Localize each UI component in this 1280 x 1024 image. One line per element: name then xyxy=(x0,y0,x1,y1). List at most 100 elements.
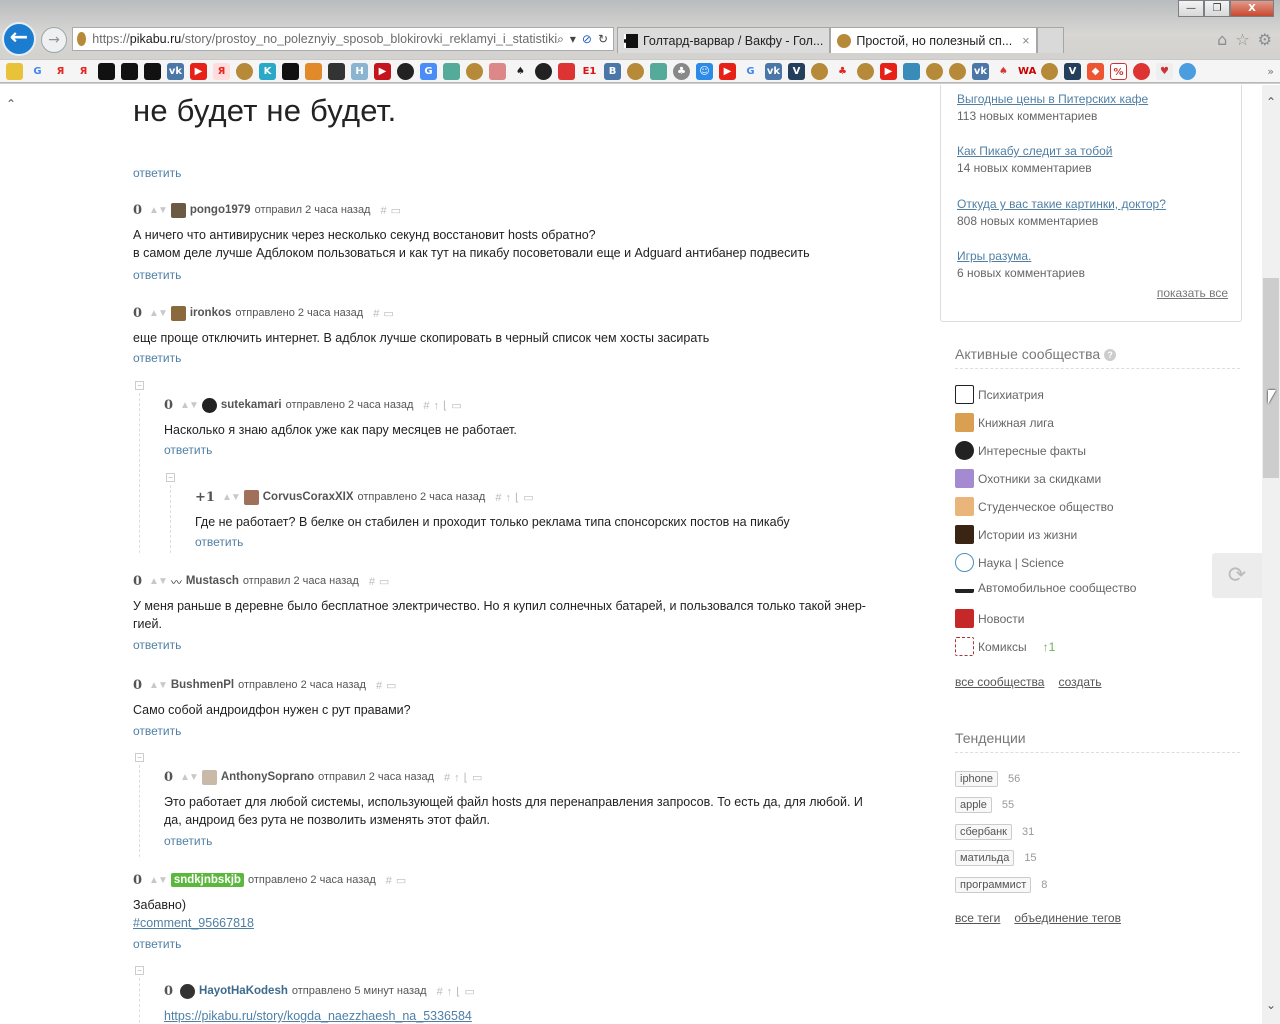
h-icon[interactable]: H xyxy=(351,62,368,80)
google-icon[interactable]: G xyxy=(29,63,46,80)
tag-button[interactable]: сбербанк xyxy=(955,824,1012,840)
youtube-icon[interactable]: ▶ xyxy=(719,62,736,80)
pikabu-icon[interactable] xyxy=(627,62,644,80)
stop-icon[interactable]: ⊘ xyxy=(582,32,592,47)
face-icon[interactable] xyxy=(535,62,552,80)
vote-arrows[interactable]: ▲▼ xyxy=(149,576,168,587)
community-item[interactable]: Автомобильное сообщество xyxy=(955,581,1136,595)
restore-button[interactable]: ❐ xyxy=(1204,0,1230,17)
comment-tools[interactable]: #↑⌊▭ xyxy=(495,491,537,504)
comment-tools[interactable]: #▭ xyxy=(380,204,405,217)
hot-item-link[interactable]: Игры разума. xyxy=(957,249,1031,263)
club-red-icon[interactable]: ♣ xyxy=(834,63,851,80)
smile-icon[interactable]: ☺ xyxy=(696,62,713,80)
new-tab-button[interactable] xyxy=(1036,27,1064,53)
puzzle-icon[interactable] xyxy=(650,62,667,80)
comment-url-link[interactable]: https://pikabu.ru/story/kogda_naezzhaesh… xyxy=(164,1009,472,1023)
translate-icon[interactable]: G xyxy=(420,62,437,80)
scrollbar-thumb[interactable] xyxy=(1263,278,1279,478)
globe-icon[interactable] xyxy=(1179,62,1196,80)
club-icon[interactable]: ♣ xyxy=(673,62,690,80)
community-item[interactable]: Истории из жизни xyxy=(955,525,1077,544)
favorites-more-icon[interactable]: » xyxy=(1267,65,1274,78)
help-icon[interactable]: ? xyxy=(1104,349,1117,361)
pikabu-icon[interactable] xyxy=(466,62,483,80)
community-item[interactable]: Охотники за скидками xyxy=(955,469,1101,488)
e1-icon[interactable]: E1 xyxy=(581,63,598,80)
v-icon[interactable]: V xyxy=(788,62,805,80)
collapse-thread-icon[interactable]: − xyxy=(135,966,144,975)
reply-link[interactable]: ответить xyxy=(195,535,790,549)
reply-link[interactable]: ответить xyxy=(133,268,810,282)
reply-link[interactable]: ответить xyxy=(133,724,411,738)
film-icon[interactable] xyxy=(98,62,115,80)
vote-arrows[interactable]: ▲▼ xyxy=(180,772,199,783)
k-icon[interactable]: K xyxy=(259,62,276,80)
community-item[interactable]: Книжная лига xyxy=(955,413,1054,432)
username[interactable]: sutekamari xyxy=(221,399,282,411)
film-icon[interactable] xyxy=(144,62,161,80)
pikabu-icon[interactable] xyxy=(949,62,966,80)
pikabu-icon[interactable] xyxy=(857,62,874,80)
url-text[interactable]: https://pikabu.ru/story/prostoy_no_polez… xyxy=(92,32,557,46)
minimize-button[interactable]: — xyxy=(1178,0,1204,17)
scroll-down-icon[interactable]: ⌄ xyxy=(1266,998,1276,1012)
address-bar[interactable]: https://pikabu.ru/story/prostoy_no_polez… xyxy=(72,27,614,51)
youtube-icon[interactable]: ▶ xyxy=(880,62,897,80)
reply-link[interactable]: ответить xyxy=(133,937,410,951)
b-icon[interactable]: B xyxy=(604,62,621,80)
vk-icon[interactable]: vk xyxy=(167,62,184,80)
tab-pikabu[interactable]: Простой, но полезный сп... × xyxy=(830,27,1037,53)
star-icon[interactable]: ☆ xyxy=(1235,30,1249,49)
yandex-icon[interactable]: Я xyxy=(75,63,92,80)
youtube-icon[interactable]: ▶ xyxy=(190,62,207,80)
mustache-avatar-icon[interactable]: 〰 xyxy=(171,574,182,589)
collapse-thread-icon[interactable]: − xyxy=(135,753,144,762)
collapse-thread-icon[interactable]: − xyxy=(166,473,175,482)
close-tab-icon[interactable]: × xyxy=(1022,34,1029,48)
video-icon[interactable]: ▶ xyxy=(374,62,391,80)
create-community-link[interactable]: создать xyxy=(1058,675,1101,689)
avatar[interactable] xyxy=(170,305,186,321)
username[interactable]: pongo1979 xyxy=(190,204,251,216)
vote-arrows[interactable]: ▲▼ xyxy=(180,400,199,411)
pikabu-icon[interactable] xyxy=(1041,62,1058,80)
map-icon[interactable] xyxy=(903,62,920,80)
scroll-top-icon[interactable]: ⌃ xyxy=(6,97,16,111)
community-item[interactable]: Новости xyxy=(955,609,1024,628)
comment-tools[interactable]: #▭ xyxy=(376,679,401,692)
vote-arrows[interactable]: ▲▼ xyxy=(149,205,168,216)
all-tags-link[interactable]: все теги xyxy=(955,911,1000,925)
reply-link[interactable]: ответить xyxy=(164,443,517,457)
gear-red-icon[interactable] xyxy=(1133,62,1150,80)
vote-arrows[interactable]: ▲▼ xyxy=(149,308,168,319)
tag-button[interactable]: apple xyxy=(955,797,992,813)
clapper-icon[interactable] xyxy=(328,62,345,80)
comment-tools[interactable]: #▭ xyxy=(369,575,394,588)
percent-icon[interactable]: % xyxy=(1110,62,1127,80)
film-icon[interactable] xyxy=(121,62,138,80)
community-item[interactable]: Наука | Science xyxy=(955,553,1064,572)
person-icon[interactable] xyxy=(489,62,506,80)
username[interactable]: Mustasch xyxy=(186,575,239,587)
community-item[interactable]: Студенческое общество xyxy=(955,497,1114,516)
vk-icon[interactable]: vk xyxy=(972,62,989,80)
comment-tools[interactable]: #↑⌊▭ xyxy=(444,771,486,784)
hot-item-link[interactable]: Откуда у вас такие картинки, доктор? xyxy=(957,197,1166,211)
avatar[interactable] xyxy=(201,769,217,785)
puzzle-icon[interactable] xyxy=(443,62,460,80)
collapse-thread-icon[interactable]: − xyxy=(135,381,144,390)
username[interactable]: HayotHaKodesh xyxy=(199,985,288,997)
poker-icon[interactable]: ♠ xyxy=(995,63,1012,80)
avatar[interactable] xyxy=(201,397,217,413)
close-window-button[interactable]: X xyxy=(1230,0,1274,17)
reply-link[interactable]: ответить xyxy=(133,638,903,652)
hot-item-link[interactable]: Как Пикабу следит за тобой xyxy=(957,144,1112,158)
username[interactable]: ironkos xyxy=(190,307,232,319)
github-icon[interactable] xyxy=(397,62,414,80)
diamond-icon[interactable]: ◆ xyxy=(1087,62,1104,80)
home-icon[interactable]: ⌂ xyxy=(1217,30,1227,49)
comment-anchor-link[interactable]: #comment_95667818 xyxy=(133,916,254,930)
mail-icon[interactable] xyxy=(558,62,575,80)
wa-icon[interactable]: WA xyxy=(1018,63,1036,80)
